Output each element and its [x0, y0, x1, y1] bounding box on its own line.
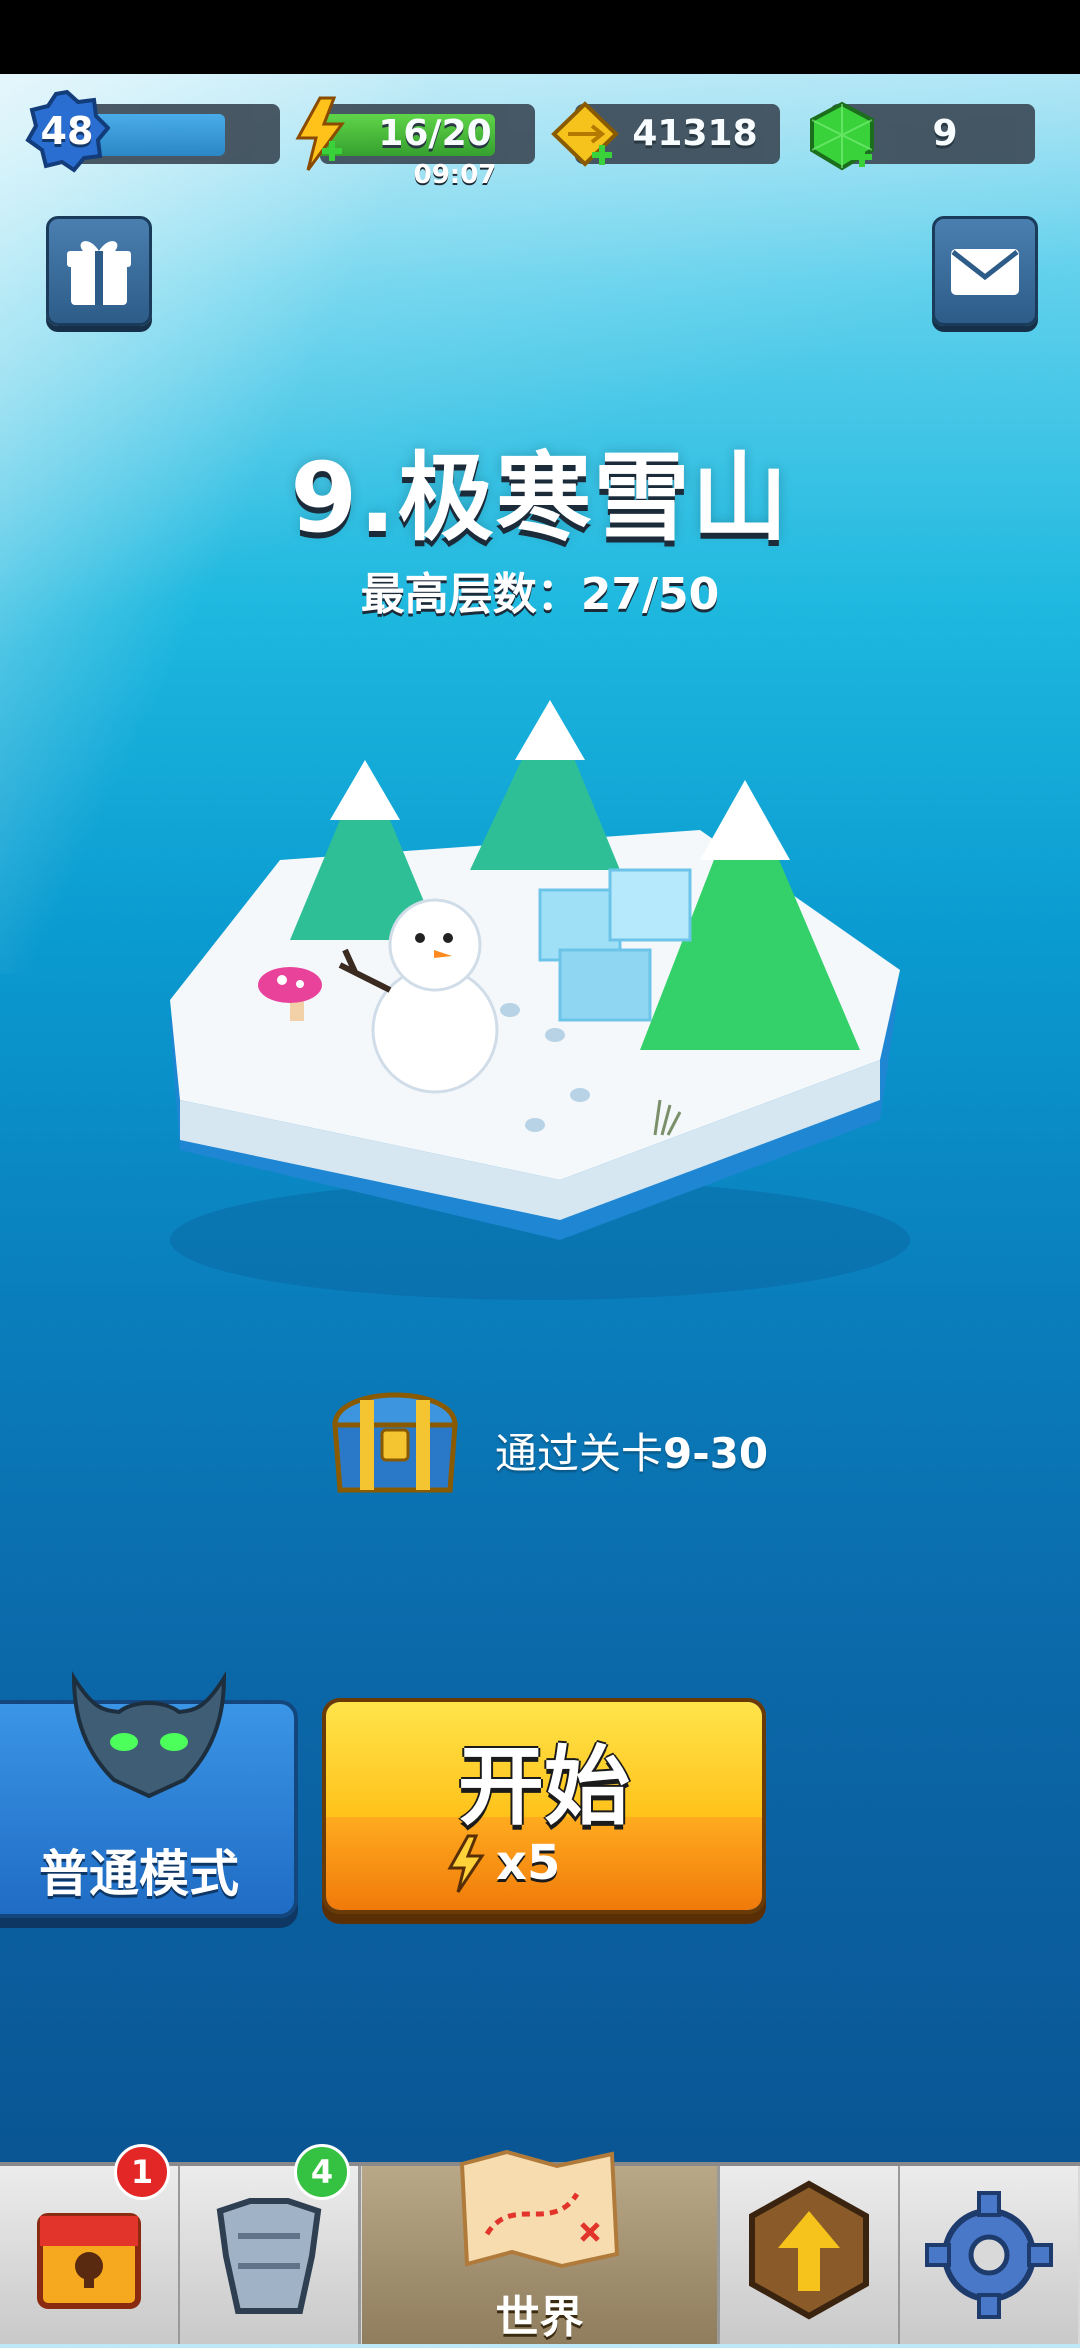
snow-island-illustration[interactable] [140, 680, 940, 1320]
energy-timer: 09:07 [413, 160, 497, 190]
chest-badge: 1 [114, 2144, 170, 2200]
best-floor-value: 27/50 [580, 569, 720, 620]
pine-tree-middle [470, 700, 620, 870]
demon-mask-icon [71, 1671, 227, 1799]
player-level: 48 [40, 109, 94, 153]
stage-reward[interactable]: 通过关卡9-30 [320, 1370, 820, 1510]
mail-icon [951, 249, 1019, 295]
start-cost: x5 [496, 1835, 561, 1891]
mail-button[interactable] [932, 216, 1038, 326]
gem-icon [810, 101, 874, 171]
start-button[interactable]: 开始 x5 [322, 1698, 766, 1914]
energy-cost-icon [447, 1834, 485, 1893]
normal-mode-button[interactable]: 普通模式 [0, 1671, 298, 1918]
reward-condition-prefix: 通过关卡 [495, 1429, 664, 1478]
lightning-icon [295, 96, 345, 171]
start-label: 开始 [458, 1737, 630, 1837]
nav-world-label: 世界 [495, 2292, 584, 2343]
gift-icon [67, 241, 131, 305]
world-map-icon [459, 2149, 620, 2269]
stage-title: 9.极寒雪山 [290, 442, 790, 554]
bottom-nav: 1 4 世界 [0, 2144, 1080, 2344]
nav-upgrade[interactable] [720, 2166, 901, 2344]
nav-world[interactable]: 世界 [362, 2149, 720, 2344]
settings-gear-icon [925, 2191, 1053, 2319]
nav-settings[interactable] [900, 2166, 1078, 2344]
equipment-badge: 4 [294, 2144, 350, 2200]
status-bar [0, 0, 1080, 74]
best-floor: 最高层数：27/50 [0, 558, 1080, 622]
reward-condition: 通过关卡9-30 [495, 1420, 768, 1481]
treasure-chest-icon [332, 1392, 458, 1493]
coins-value: 41318 [632, 113, 758, 154]
mode-label: 普通模式 [39, 1845, 239, 1903]
reward-level: 9-30 [663, 1429, 769, 1478]
gift-button[interactable] [46, 216, 152, 326]
coin-icon [551, 101, 619, 167]
upgrade-arrow-icon [749, 2180, 869, 2320]
energy-value: 16/20 [378, 113, 492, 154]
best-floor-label: 最高层数： [360, 569, 581, 620]
energy-bar[interactable]: 16/20 [320, 104, 535, 164]
gems-value: 9 [932, 113, 958, 154]
